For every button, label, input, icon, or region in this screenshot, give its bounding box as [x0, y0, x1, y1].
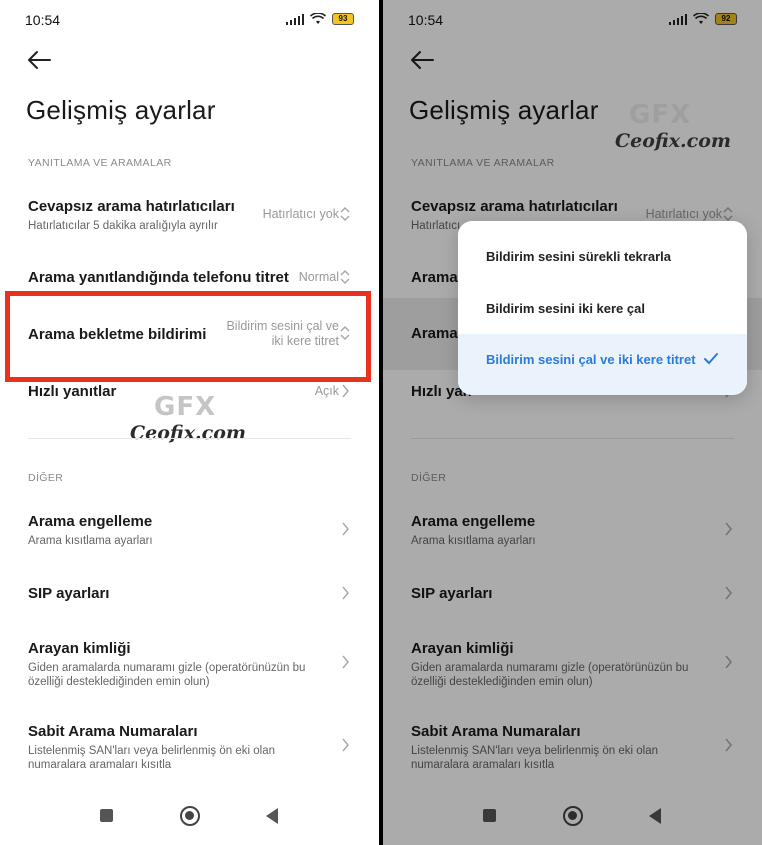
row-subtitle: Arama kısıtlama ayarları — [28, 535, 153, 547]
call-waiting-options-popup: Bildirim sesini sürekli tekrarla Bildiri… — [458, 221, 747, 395]
row-title: Sabit Arama Numaraları — [28, 723, 198, 740]
call-blocking-row[interactable]: Arama engelleme Arama kısıtlama ayarları — [0, 505, 379, 555]
row-value: Açık — [314, 384, 339, 398]
chevron-right-icon — [342, 384, 349, 398]
row-title: Arama engelleme — [28, 513, 153, 530]
option-play-and-vibrate-twice[interactable]: Bildirim sesini çal ve iki kere titret — [458, 334, 747, 395]
checkmark-icon — [704, 353, 718, 365]
wifi-icon — [310, 13, 326, 24]
recents-button[interactable] — [100, 809, 113, 822]
page-title: Gelişmiş ayarlar — [26, 95, 216, 125]
watermark-logo: GFX — [629, 100, 692, 130]
navigation-bar — [0, 795, 379, 845]
row-title: SIP ayarları — [28, 585, 110, 602]
row-value: Normal — [298, 270, 339, 284]
option-play-twice[interactable]: Bildirim sesini iki kere çal — [458, 283, 747, 335]
battery-icon: 93 — [332, 13, 354, 25]
section-header-other: DİĞER — [28, 472, 64, 484]
watermark: GFX Ceofix.com — [615, 100, 731, 152]
section-header-answering: YANITLAMA VE ARAMALAR — [28, 157, 172, 169]
watermark-text: Ceofix.com — [615, 130, 731, 152]
caller-id-row[interactable]: Arayan kimliği Giden aramalarda numaramı… — [0, 632, 379, 692]
chevron-right-icon — [342, 522, 349, 536]
option-label: Bildirim sesini çal ve iki kere titret — [486, 352, 696, 367]
missed-call-reminders-row[interactable]: Cevapsız arama hatırlatıcıları Hatırlatı… — [0, 190, 379, 242]
row-title: Cevapsız arama hatırlatıcıları — [28, 198, 235, 215]
settings-screen-right: 10:54 92 Gelişmiş ayarlar YANITLAMA VE A… — [383, 0, 762, 845]
row-subtitle-line1: Listelenmiş SAN'ları veya belirlenmiş ön… — [28, 745, 275, 757]
chevron-right-icon — [342, 738, 349, 752]
back-arrow-icon[interactable] — [26, 48, 52, 72]
up-down-arrows-icon — [340, 206, 350, 222]
watermark: GFX Ceofix.com — [130, 392, 246, 444]
option-repeat-continuously[interactable]: Bildirim sesini sürekli tekrarla — [458, 231, 747, 283]
watermark-logo: GFX — [154, 392, 217, 422]
fixed-dialing-numbers-row[interactable]: Sabit Arama Numaraları Listelenmiş SAN'l… — [0, 715, 379, 775]
up-down-arrows-icon — [340, 269, 350, 285]
row-subtitle-line2: özelliği desteklediğinden emin olun) — [28, 676, 210, 688]
row-title: Arama yanıtlandığında telefonu titret — [28, 269, 289, 286]
status-icons: 93 — [285, 13, 354, 25]
status-bar: 10:54 93 — [0, 0, 379, 40]
nav-back-button[interactable] — [266, 808, 278, 824]
row-subtitle-line2: numaralara aramaları kısıtla — [28, 759, 172, 771]
divider — [28, 438, 351, 439]
signal-icon — [285, 13, 304, 25]
watermark-text: Ceofix.com — [130, 422, 246, 444]
sip-settings-row[interactable]: SIP ayarları — [0, 576, 379, 610]
chevron-right-icon — [342, 655, 349, 669]
chevron-right-icon — [342, 586, 349, 600]
row-title: Hızlı yanıtlar — [28, 383, 117, 400]
status-time: 10:54 — [25, 12, 61, 28]
highlight-annotation — [5, 291, 371, 382]
row-title: Arayan kimliği — [28, 640, 131, 657]
row-value: Hatırlatıcı yok — [262, 207, 339, 221]
home-button[interactable] — [180, 806, 200, 826]
row-subtitle-line1: Giden aramalarda numaramı gizle (operatö… — [28, 662, 306, 674]
settings-screen-left: 10:54 93 Gelişmiş ayarlar YANITLAMA VE A… — [0, 0, 379, 845]
